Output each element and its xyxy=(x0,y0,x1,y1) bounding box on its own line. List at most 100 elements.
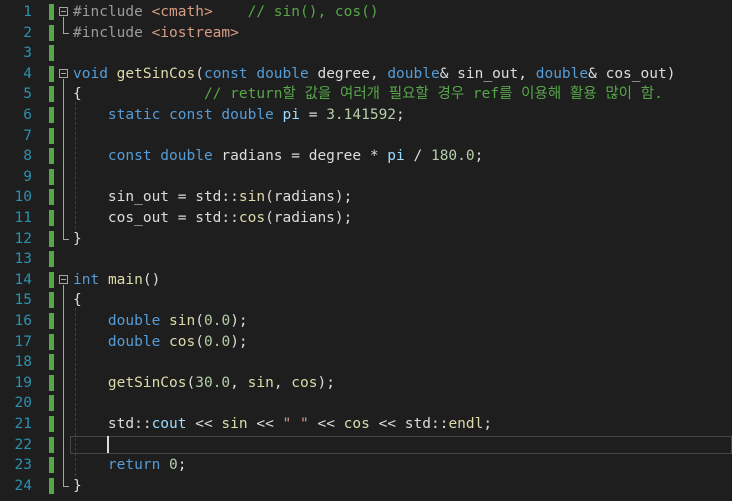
change-indicator xyxy=(49,86,54,103)
code-token: () xyxy=(142,271,161,288)
code-line[interactable]: 18 xyxy=(0,352,732,373)
code-line[interactable]: 16 double sin(0.0); xyxy=(0,311,732,332)
code-token: = xyxy=(300,107,327,123)
line-number: 5 xyxy=(23,86,32,103)
line-number: 14 xyxy=(14,271,32,288)
fold-toggle-icon[interactable] xyxy=(59,7,68,16)
change-indicator xyxy=(49,210,54,226)
code-line[interactable]: 8 const double radians = degree * pi / 1… xyxy=(0,146,732,167)
code-line[interactable]: 12} xyxy=(0,229,732,250)
code-text: sin_out = std::sin(radians); xyxy=(73,187,352,208)
line-number: 3 xyxy=(23,45,32,62)
code-token: ; xyxy=(396,107,405,123)
code-token: cos_out = std:: xyxy=(73,210,239,226)
code-token: sin xyxy=(221,416,248,432)
code-line[interactable]: 4 void getSinCos(const double degree, dou… xyxy=(0,64,732,85)
change-indicator xyxy=(49,374,54,391)
fold-toggle-icon[interactable] xyxy=(59,68,68,78)
code-line[interactable]: 13 xyxy=(0,249,732,270)
code-line[interactable]: 3 xyxy=(0,43,732,64)
code-text: #include <cmath> // sin(), cos() xyxy=(73,2,379,23)
fold-outline-end xyxy=(63,238,69,240)
code-token: endl xyxy=(448,416,484,432)
code-editor[interactable]: 1 #include <cmath> // sin(), cos() 2 #inclu… xyxy=(0,0,732,501)
change-indicator xyxy=(49,251,54,268)
code-line[interactable]: 2 #include <iostream> xyxy=(0,23,732,44)
line-number: 20 xyxy=(14,395,32,412)
fold-toggle-icon[interactable] xyxy=(59,274,68,284)
code-line[interactable]: 21 std::cout << sin << " " << cos << std… xyxy=(0,414,732,435)
code-text: double sin(0.0); xyxy=(73,311,248,332)
change-indicator xyxy=(49,333,54,350)
change-indicator xyxy=(49,313,54,329)
code-token: 180.0 xyxy=(430,148,475,165)
code-token: #include xyxy=(73,4,152,20)
code-token: ); xyxy=(230,333,248,350)
code-token: (radians); xyxy=(265,210,353,226)
code-token: getSinCos xyxy=(116,65,196,82)
code-token: cos xyxy=(291,374,318,391)
change-indicator xyxy=(49,107,54,123)
code-token: 3.141592 xyxy=(326,107,397,123)
code-token: sin xyxy=(238,189,266,206)
change-indicator xyxy=(49,457,54,474)
code-line[interactable]: 5 { // return할 값을 여러개 필요할 경우 ref를 이용해 활용 … xyxy=(0,84,732,105)
code-line[interactable]: 24} xyxy=(0,476,732,497)
code-line[interactable]: 7 xyxy=(0,126,732,147)
code-line[interactable]: 19 getSinCos(30.0, sin, cos); xyxy=(0,373,732,394)
code-token: { xyxy=(73,292,82,309)
code-line[interactable]: 20 xyxy=(0,393,732,414)
code-text: static const double pi = 3.141592; xyxy=(73,105,405,126)
code-token: } xyxy=(73,477,82,494)
line-number: 2 xyxy=(23,24,32,41)
code-line[interactable]: 11 cos_out = std::cos(radians); xyxy=(0,208,732,229)
code-line[interactable]: 9 xyxy=(0,167,732,188)
code-token: ); xyxy=(230,313,248,329)
code-token: & cos_out) xyxy=(588,65,676,82)
code-text: const double radians = degree * pi / 180… xyxy=(73,146,483,167)
code-token: <iostream> xyxy=(151,24,239,41)
code-line[interactable]: 23 return 0; xyxy=(0,455,732,476)
fold-outline-end xyxy=(63,32,69,34)
code-token: double xyxy=(107,313,161,329)
code-line[interactable]: 1 #include <cmath> // sin(), cos() xyxy=(0,2,732,23)
code-token: cout xyxy=(151,416,187,432)
change-indicator xyxy=(49,230,54,247)
code-line[interactable]: 14 int main() xyxy=(0,270,732,291)
code-token: double xyxy=(107,333,161,350)
current-line-highlight xyxy=(70,435,732,454)
code-token: , xyxy=(273,374,292,391)
code-token: // return할 값을 여러개 필요할 경우 ref를 이용해 활용 많이 … xyxy=(203,86,663,103)
code-token: cos xyxy=(343,416,370,432)
code-token: return xyxy=(107,457,161,474)
code-line[interactable]: 6 static const double pi = 3.141592; xyxy=(0,105,732,126)
code-text: } xyxy=(73,476,82,497)
line-number: 9 xyxy=(23,168,32,185)
code-token: pi xyxy=(387,148,405,165)
code-token: " " xyxy=(282,416,309,432)
code-token: ); xyxy=(317,374,335,391)
code-text: cos_out = std::cos(radians); xyxy=(73,208,352,229)
code-token: ( xyxy=(186,374,196,391)
code-line[interactable]: 10 sin_out = std::sin(radians); xyxy=(0,187,732,208)
change-indicator xyxy=(49,4,54,20)
code-token: 0.0 xyxy=(203,313,231,329)
fold-outline xyxy=(63,284,64,486)
code-token: sin_out = std:: xyxy=(73,189,239,206)
code-token: static const double xyxy=(107,107,274,123)
code-text: int main() xyxy=(73,270,160,291)
code-text: std::cout << sin << " " << cos << std::e… xyxy=(73,414,492,435)
code-token: #include xyxy=(73,24,152,41)
code-line[interactable]: 15 { xyxy=(0,290,732,311)
text-caret xyxy=(107,436,109,454)
code-line[interactable]: 17 double cos(0.0); xyxy=(0,332,732,353)
code-token: << xyxy=(186,416,222,432)
line-number: 6 xyxy=(23,107,32,123)
line-number: 23 xyxy=(14,457,32,474)
